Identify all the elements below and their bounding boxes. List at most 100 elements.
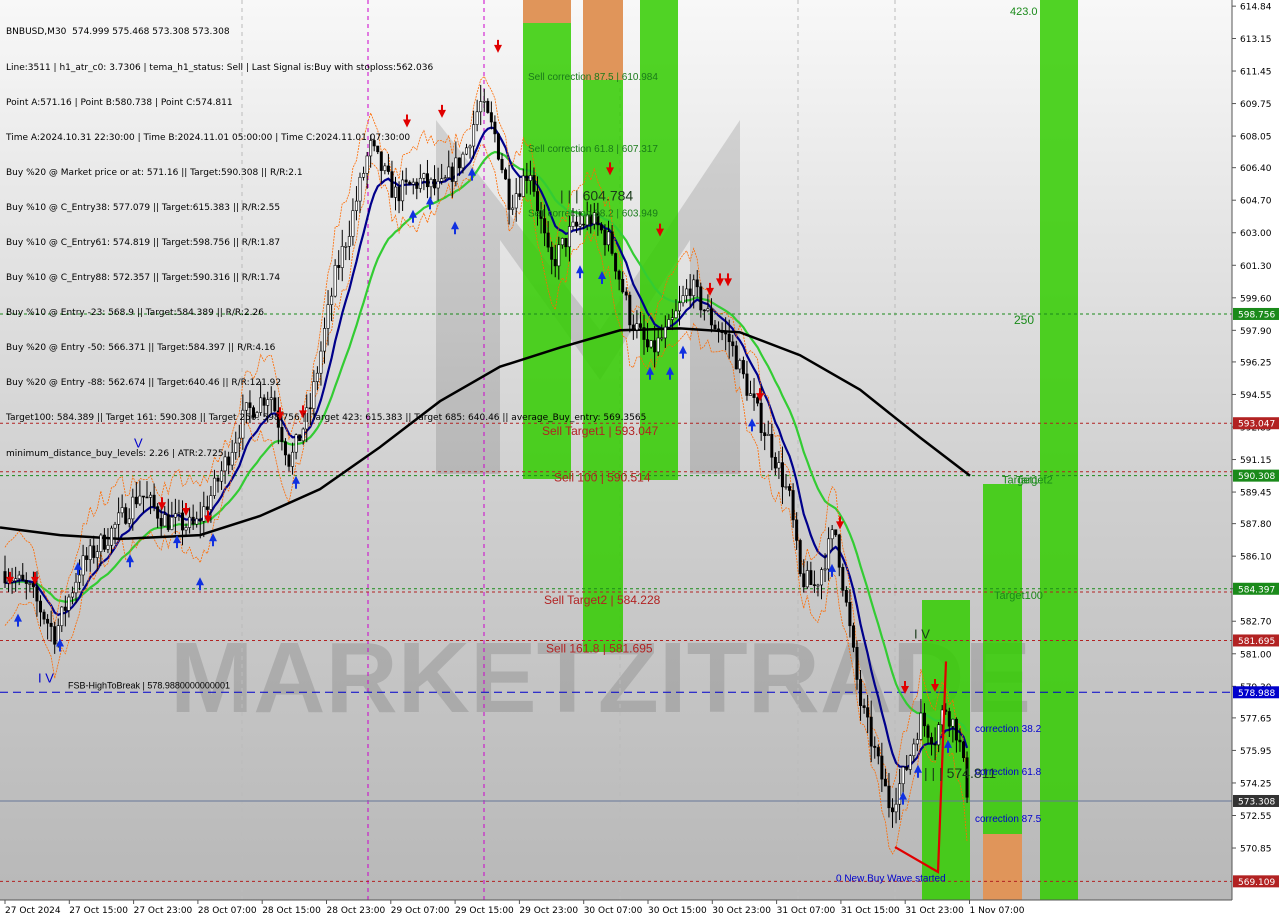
candle-body: [919, 712, 923, 740]
candle-body: [67, 596, 71, 611]
candle-body: [706, 308, 710, 311]
candle-body: [841, 566, 845, 591]
candle-body: [28, 583, 32, 585]
time-tick-label: 29 Oct 07:00: [391, 906, 450, 916]
candle-body: [905, 766, 909, 770]
indicator-info-panel: BNBUSD,M30 574.999 575.468 573.308 573.3…: [6, 4, 646, 472]
candle-body: [173, 513, 177, 518]
time-tick-label: 30 Oct 23:00: [712, 906, 771, 916]
candle-body: [149, 494, 153, 498]
candle-body: [738, 360, 742, 370]
price-tick-label: 577.65: [1240, 714, 1272, 724]
price-tick-label: 587.80: [1240, 520, 1272, 530]
candle-body: [770, 433, 774, 458]
candle-body: [117, 512, 121, 525]
candle-body: [134, 496, 138, 505]
time-tick-label: 27 Oct 2024: [5, 906, 61, 916]
candle-body: [110, 527, 114, 546]
price-label-text: 590.308: [1238, 472, 1275, 482]
price-tick-label: 574.25: [1240, 779, 1272, 789]
candle-body: [202, 506, 206, 522]
annotation-label: correction 87.5: [975, 814, 1042, 825]
candle-body: [894, 803, 898, 813]
candle-body: [99, 534, 103, 552]
candle-body: [656, 337, 660, 353]
candle-body: [851, 625, 855, 648]
annotation-label: correction 38.2: [975, 724, 1042, 735]
candle-body: [3, 571, 7, 584]
candle-body: [14, 578, 18, 582]
annotation-label: I V: [38, 671, 54, 686]
time-tick-label: 29 Oct 23:00: [519, 906, 578, 916]
candle-body: [763, 432, 767, 437]
buy-zone-green-3: [1040, 0, 1078, 900]
candle-body: [798, 540, 802, 574]
candle-body: [152, 494, 156, 507]
annotation-label: Sell 100 | 590.514: [554, 471, 651, 485]
candle-body: [731, 341, 735, 347]
annotation-label: correction 61.8: [975, 767, 1042, 778]
candle-body: [127, 518, 131, 524]
candle-body: [699, 286, 703, 311]
price-label-text: 598.756: [1238, 310, 1275, 320]
annotation-label: Target100: [994, 590, 1043, 602]
candle-body: [901, 766, 905, 785]
candle-body: [70, 592, 74, 598]
price-label-text: 569.109: [1238, 878, 1275, 888]
time-tick-label: 31 Oct 23:00: [905, 906, 964, 916]
candle-body: [685, 288, 689, 296]
candle-body: [795, 519, 799, 541]
candle-body: [717, 328, 721, 332]
candle-body: [859, 679, 863, 706]
price-tick-label: 613.15: [1240, 35, 1272, 45]
info-line: Line:3511 | h1_atr_c0: 3.7306 | tema_h1_…: [6, 62, 434, 73]
candle-body: [195, 518, 199, 525]
price-tick-label: 572.55: [1240, 812, 1272, 822]
time-tick-label: 1 Nov 07:00: [970, 906, 1025, 916]
candle-body: [745, 373, 749, 396]
candle-body: [915, 739, 919, 745]
candle-body: [681, 295, 685, 304]
candle-body: [688, 288, 692, 296]
candle-body: [862, 705, 866, 708]
candle-body: [74, 581, 78, 594]
candle-body: [869, 716, 873, 747]
candle-body: [720, 331, 724, 333]
candle-body: [844, 590, 848, 603]
candle-body: [35, 586, 39, 602]
info-line: minimum_distance_buy_levels: 2.26 | ATR:…: [6, 448, 224, 459]
time-tick-label: 31 Oct 07:00: [777, 906, 836, 916]
candle-body: [81, 555, 85, 576]
candle-body: [823, 568, 827, 571]
price-label-text: 578.988: [1238, 689, 1275, 699]
price-label-text: 593.047: [1238, 420, 1275, 430]
info-line: Point A:571.16 | Point B:580.738 | Point…: [6, 97, 233, 108]
time-tick-label: 30 Oct 07:00: [584, 906, 643, 916]
price-tick-label: 604.70: [1240, 197, 1272, 207]
candle-body: [163, 514, 167, 527]
time-tick-label: 31 Oct 15:00: [841, 906, 900, 916]
candle-body: [802, 573, 806, 588]
candle-body: [198, 518, 202, 522]
candle-body: [766, 433, 770, 437]
info-line: Buy %20 @ Market price or at: 571.16 || …: [6, 167, 303, 178]
price-tick-label: 596.25: [1240, 358, 1272, 368]
info-line: BNBUSD,M30 574.999 575.468 573.308 573.3…: [6, 27, 230, 38]
candle-body: [816, 584, 820, 587]
candle-body: [95, 551, 99, 558]
candle-body: [926, 725, 930, 738]
candle-body: [49, 622, 53, 627]
candle-body: [692, 279, 696, 296]
candle-body: [46, 618, 50, 624]
candle-body: [908, 755, 912, 770]
price-label-text: 573.308: [1238, 797, 1275, 807]
annotation-label: 423.0: [1010, 6, 1038, 18]
annotation-label: Sell 161.8 | 581.695: [546, 641, 653, 655]
candle-body: [777, 462, 781, 469]
candle-body: [848, 601, 852, 627]
buy-zone-orange-2: [983, 834, 1022, 900]
time-tick-label: 28 Oct 23:00: [327, 906, 386, 916]
candle-body: [922, 712, 926, 727]
candle-body: [131, 496, 135, 520]
candle-body: [695, 279, 699, 288]
